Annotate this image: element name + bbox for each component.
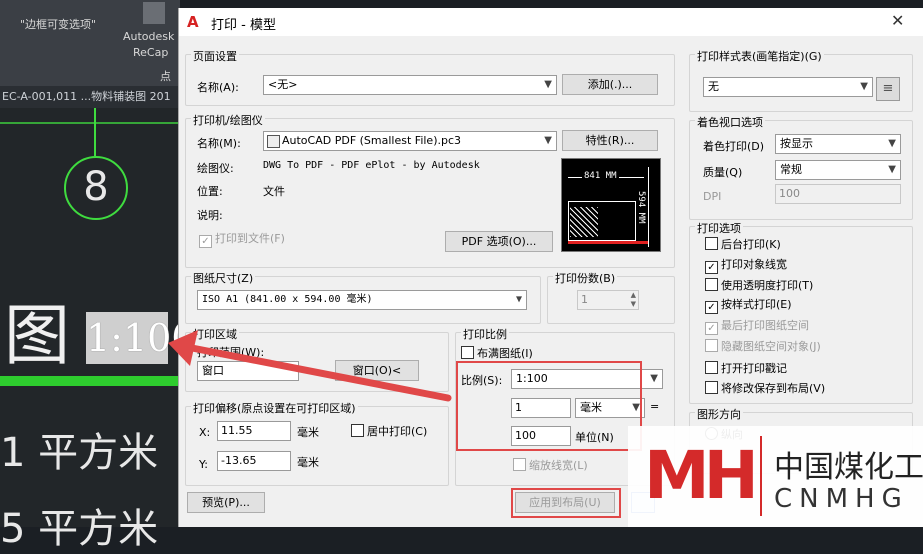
watermark: MH 中国煤化工 CNMHG <box>628 426 923 527</box>
watermark-cn: 中国煤化工 <box>774 450 923 485</box>
watermark-mark: MH <box>644 437 759 514</box>
watermark-en: CNMHG <box>774 484 909 514</box>
watermark-divider <box>760 436 762 516</box>
